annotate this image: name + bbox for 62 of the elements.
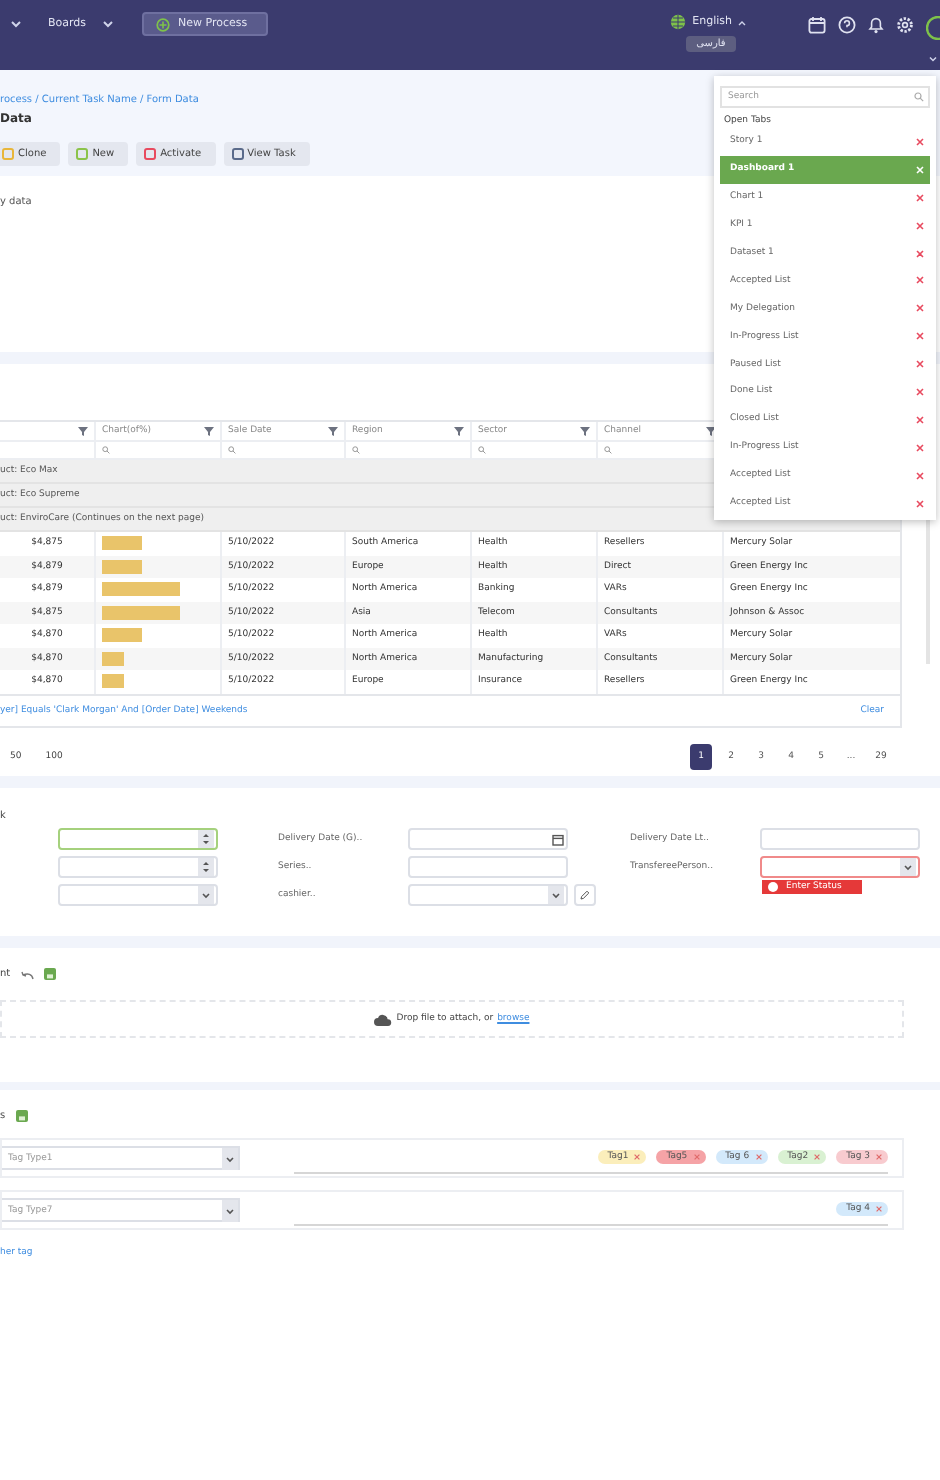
close-icon[interactable] [916,499,924,508]
chevron-up-icon[interactable] [738,20,746,26]
input-field[interactable] [408,828,568,850]
spinner-icon[interactable] [198,858,214,876]
chevron-down-icon[interactable] [198,886,214,904]
close-icon[interactable] [916,221,924,230]
globe-icon[interactable] [670,14,687,30]
search-icon [352,446,360,454]
close-icon[interactable] [916,360,924,369]
close-icon[interactable] [916,137,924,146]
settings-icon[interactable] [896,16,914,34]
filter-icon[interactable] [204,426,214,436]
close-icon[interactable] [916,249,924,257]
close-icon[interactable] [755,1154,762,1160]
chevron-down-icon[interactable] [222,1147,238,1169]
close-icon[interactable] [916,471,924,480]
input-field[interactable] [58,828,218,850]
close-icon[interactable] [916,443,924,452]
close-icon[interactable] [876,1206,882,1212]
filter-icon[interactable] [454,426,464,436]
chevron-down-icon[interactable] [102,20,115,28]
close-icon[interactable] [916,415,924,424]
chevron-down-icon[interactable] [928,56,938,62]
close-icon[interactable] [634,1154,641,1160]
input-field[interactable] [408,884,568,906]
input-field[interactable] [58,856,218,878]
pencil-icon [580,890,590,900]
close-icon[interactable] [916,304,924,313]
search-icon [914,92,924,102]
chevron-down-icon[interactable] [548,886,564,904]
chevron-down-icon[interactable] [10,20,22,28]
search-icon [228,446,236,454]
avatar-icon[interactable] [926,16,940,40]
filter-icon[interactable] [328,426,338,436]
input-field[interactable] [58,884,218,906]
close-icon[interactable] [814,1154,821,1160]
search-icon [102,446,110,454]
search-icon [478,446,486,454]
edit-button[interactable] [574,884,596,906]
filter-icon[interactable] [78,426,88,436]
close-icon[interactable] [876,1154,882,1160]
cloud-icon [374,1013,393,1025]
filter-icon[interactable] [580,426,590,436]
plus-circle-icon [156,17,171,31]
close-icon[interactable] [916,193,924,202]
save-icon[interactable] [15,1110,28,1122]
input-field[interactable] [760,828,920,850]
chevron-down-icon[interactable] [222,1199,238,1221]
close-icon[interactable] [916,387,924,396]
search-icon [604,446,612,454]
spinner-icon[interactable] [198,830,214,848]
close-icon[interactable] [916,276,924,285]
input-field[interactable] [408,856,568,878]
bell-icon[interactable] [868,16,884,34]
calendar-icon[interactable] [552,833,564,845]
close-icon[interactable] [916,332,924,341]
help-icon[interactable] [838,16,856,34]
filter-icon[interactable] [706,426,716,436]
chevron-down-icon[interactable] [900,858,916,876]
alert-icon [768,882,778,892]
save-icon[interactable] [44,968,57,980]
undo-icon[interactable] [20,969,35,979]
